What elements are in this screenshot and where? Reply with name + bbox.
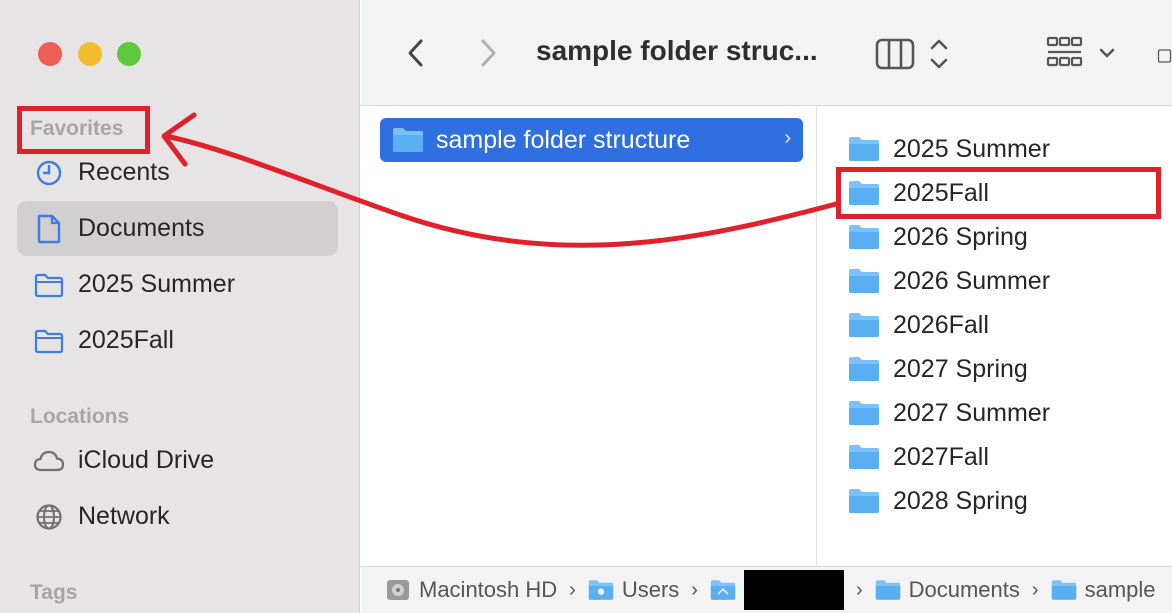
folder-icon [392,126,424,154]
locations-heading: Locations [30,405,130,428]
folder-icon [33,325,65,357]
cloud-icon [33,445,65,477]
annotation-box-2025fall [836,167,1161,219]
column-item-label: sample folder structure [436,125,691,154]
folder-icon [848,487,880,515]
grid-icon [1046,36,1083,67]
folder-icon [875,577,901,603]
chevron-right-icon: › [691,578,698,601]
columns-view-icon [875,38,915,70]
folder-item[interactable]: 2026Fall [848,305,1168,345]
folder-icon [848,267,880,295]
home-folder-icon [710,577,736,603]
path-bar: Macintosh HD › Users › › Documents › sam… [361,566,1172,613]
clock-icon [33,157,65,189]
annotation-box-favorites [17,106,150,154]
chevron-left-icon [408,39,423,67]
folder-item[interactable]: 2027Fall [848,437,1168,477]
back-button[interactable] [401,36,431,70]
document-icon [33,213,65,245]
column-item-sample-folder-structure[interactable]: sample folder structure › [380,118,803,162]
redacted-username [743,570,844,610]
path-crumb-label: Users [621,577,680,602]
tags-heading: Tags [30,581,78,604]
sidebar-item-2025-summer[interactable]: 2025 Summer [17,257,338,312]
folder-icon [1051,577,1077,603]
sidebar-item-network[interactable]: Network [17,489,338,544]
sidebar-item-label: 2025 Summer [78,270,236,298]
chevron-right-icon: › [1031,578,1039,601]
sidebar-item-documents[interactable]: Documents [17,201,338,256]
path-crumb-sample[interactable]: sample [1051,577,1156,603]
view-mode-button[interactable] [873,34,955,74]
sidebar-item-2025fall[interactable]: 2025Fall [17,313,338,368]
sidebar-item-label: Documents [78,214,205,242]
path-crumb-label: Macintosh HD [419,577,558,602]
path-crumb-documents[interactable]: Documents [875,577,1020,603]
chevron-right-icon [481,39,496,67]
folder-icon [848,399,880,427]
path-crumb-users[interactable]: Users [588,577,679,603]
sidebar-item-label: iCloud Drive [78,446,215,474]
column-browser-1: sample folder structure › [361,107,817,565]
share-button[interactable] [1157,34,1172,74]
folder-icon [848,355,880,383]
folder-item-label: 2026Fall [893,310,989,339]
path-crumb-label: Documents [908,577,1020,602]
chevron-right-icon: › [855,578,863,601]
folder-item-label: 2027Fall [893,442,989,471]
folder-item[interactable]: 2025 Summer [848,129,1168,169]
group-by-button[interactable] [1045,34,1121,74]
folder-item-label: 2026 Spring [893,222,1028,251]
sidebar-item-label: Network [78,502,170,530]
folder-item-label: 2027 Summer [893,398,1051,427]
folder-icon [848,223,880,251]
folder-item-label: 2027 Spring [893,354,1028,383]
folder-icon [33,269,65,301]
share-icon [1157,49,1172,63]
path-crumb-home[interactable] [710,570,844,610]
folder-item[interactable]: 2026 Spring [848,217,1168,257]
chevron-down-icon [1099,48,1115,58]
sidebar-item-icloud-drive[interactable]: iCloud Drive [17,433,338,488]
folder-item-label: 2025 Summer [893,134,1051,163]
path-crumb-label: sample [1084,577,1156,602]
sidebar: Favorites Recents Documents 2025 Summer … [0,0,360,613]
folder-icon [848,443,880,471]
folder-icon [588,577,614,603]
hard-drive-icon [385,577,411,603]
zoom-window-button[interactable] [117,42,141,66]
path-crumb-macintosh-hd[interactable]: Macintosh HD [385,577,557,603]
globe-icon [33,501,65,533]
folder-item[interactable]: 2027 Spring [848,349,1168,389]
folder-item-label: 2026 Summer [893,266,1051,295]
minimize-window-button[interactable] [78,42,102,66]
chevron-right-icon: › [569,578,576,601]
folder-icon [848,135,880,163]
folder-item-label: 2028 Spring [893,486,1028,515]
chevron-right-icon: › [784,127,791,149]
folder-icon [848,311,880,339]
sidebar-item-label: 2025Fall [78,326,174,354]
folder-item[interactable]: 2026 Summer [848,261,1168,301]
window-title: sample folder struc... [536,35,818,66]
close-window-button[interactable] [38,42,62,66]
chevron-updown-icon [930,39,948,69]
folder-item[interactable]: 2028 Spring [848,481,1168,521]
folder-item[interactable]: 2027 Summer [848,393,1168,433]
toolbar: sample folder struc... [361,0,1172,106]
sidebar-item-label: Recents [78,158,170,186]
forward-button[interactable] [473,36,503,70]
